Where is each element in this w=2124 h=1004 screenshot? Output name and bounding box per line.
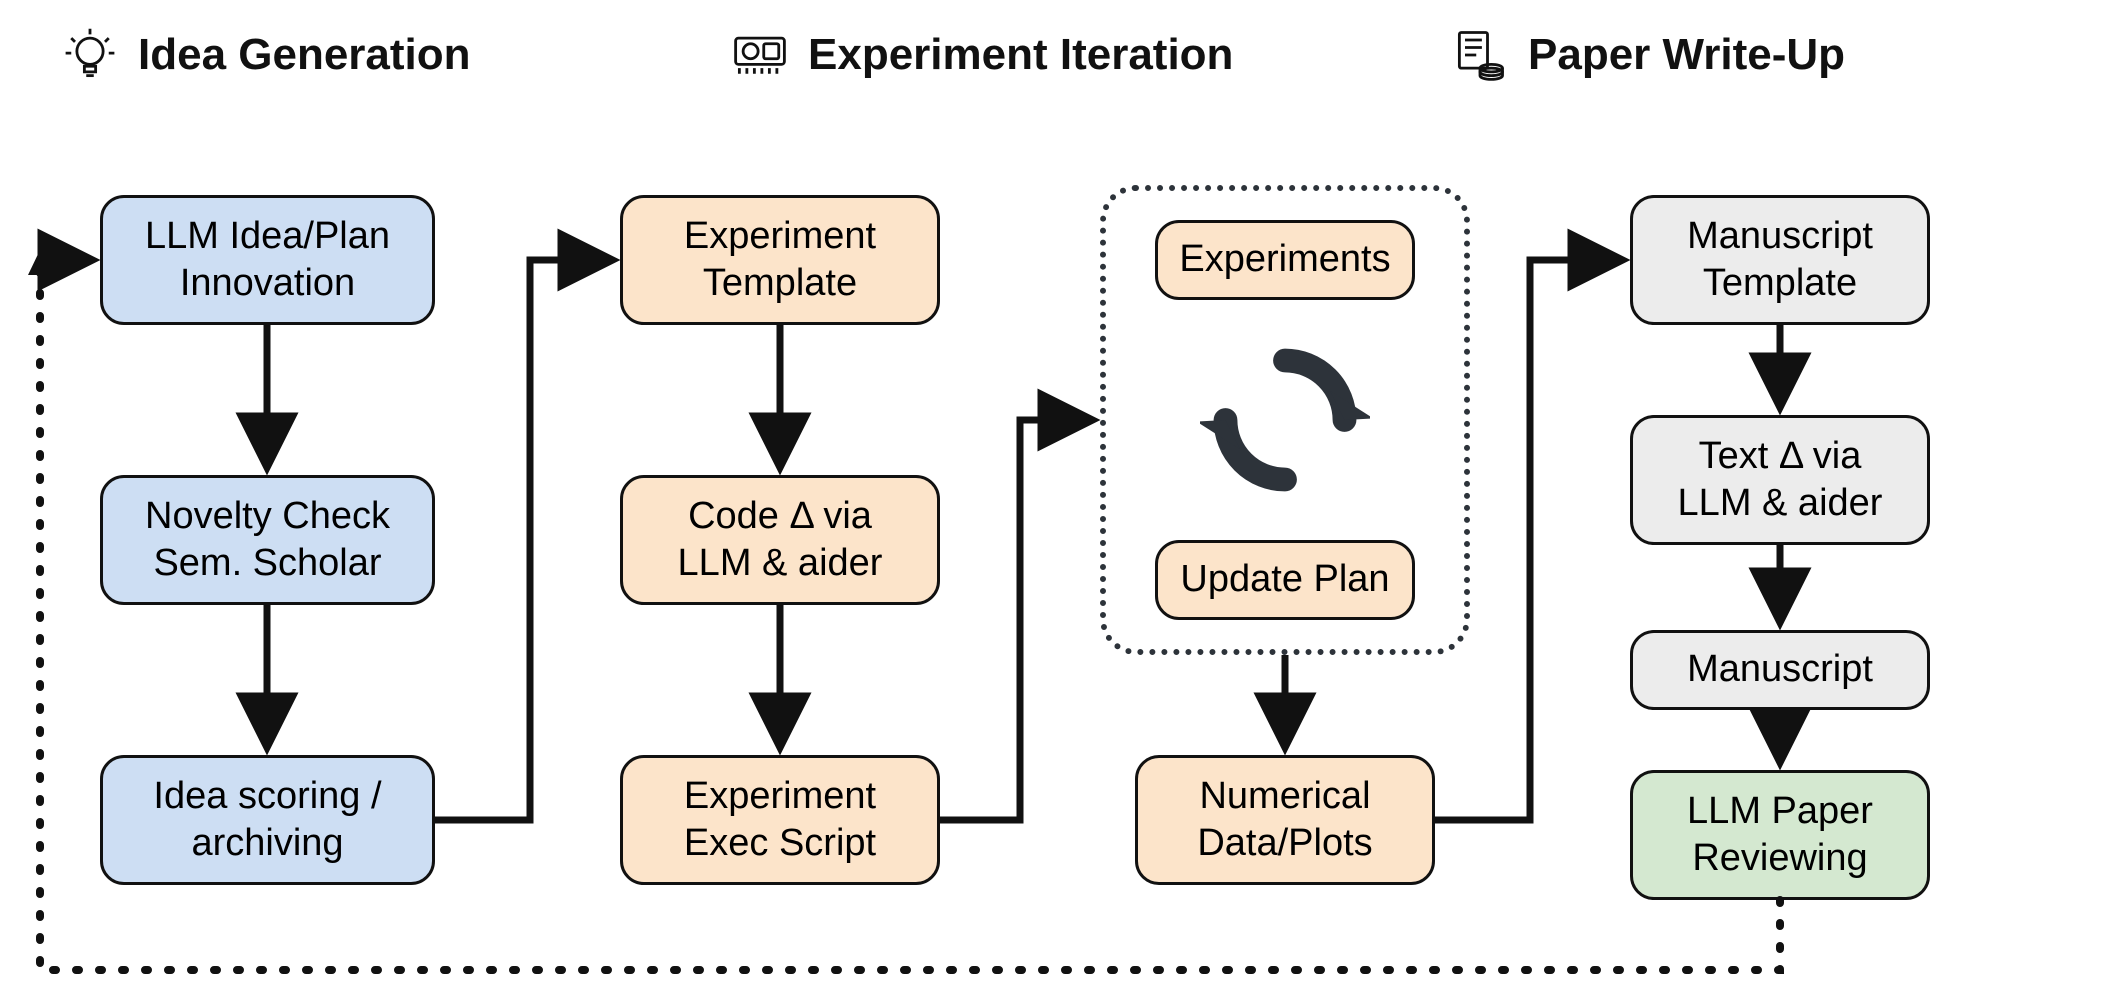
node-manuscript: Manuscript [1630, 630, 1930, 710]
node-novelty: Novelty CheckSem. Scholar [100, 475, 435, 605]
lightbulb-icon [60, 25, 120, 85]
node-num-data-label: NumericalData/Plots [1197, 773, 1372, 868]
node-update-plan-label: Update Plan [1180, 556, 1389, 604]
heading-experiment-label: Experiment Iteration [808, 30, 1233, 80]
gpu-icon [730, 25, 790, 85]
node-reviewing-label: LLM PaperReviewing [1687, 788, 1873, 883]
node-scoring: Idea scoring /archiving [100, 755, 435, 885]
node-scoring-label: Idea scoring /archiving [153, 773, 381, 868]
node-llm-idea-label: LLM Idea/PlanInnovation [145, 213, 390, 308]
node-llm-idea: LLM Idea/PlanInnovation [100, 195, 435, 325]
heading-idea-label: Idea Generation [138, 30, 471, 80]
node-num-data: NumericalData/Plots [1135, 755, 1435, 885]
heading-paper: Paper Write-Up [1450, 25, 1845, 85]
node-text-delta-label: Text Δ viaLLM & aider [1678, 433, 1883, 528]
node-exp-template: ExperimentTemplate [620, 195, 940, 325]
node-experiments-label: Experiments [1179, 236, 1390, 284]
heading-paper-label: Paper Write-Up [1528, 30, 1845, 80]
node-exec-script-label: ExperimentExec Script [684, 773, 876, 868]
node-update-plan: Update Plan [1155, 540, 1415, 620]
node-novelty-label: Novelty CheckSem. Scholar [145, 493, 390, 588]
node-reviewing: LLM PaperReviewing [1630, 770, 1930, 900]
heading-experiment: Experiment Iteration [730, 25, 1233, 85]
node-manuscript-label: Manuscript [1687, 646, 1873, 694]
cycle-icon [1200, 335, 1370, 505]
node-manu-template: ManuscriptTemplate [1630, 195, 1930, 325]
heading-idea: Idea Generation [60, 25, 471, 85]
node-code-delta: Code Δ viaLLM & aider [620, 475, 940, 605]
document-stack-icon [1450, 25, 1510, 85]
node-text-delta: Text Δ viaLLM & aider [1630, 415, 1930, 545]
node-exec-script: ExperimentExec Script [620, 755, 940, 885]
node-experiments: Experiments [1155, 220, 1415, 300]
node-code-delta-label: Code Δ viaLLM & aider [678, 493, 883, 588]
node-manu-template-label: ManuscriptTemplate [1687, 213, 1873, 308]
node-exp-template-label: ExperimentTemplate [684, 213, 876, 308]
